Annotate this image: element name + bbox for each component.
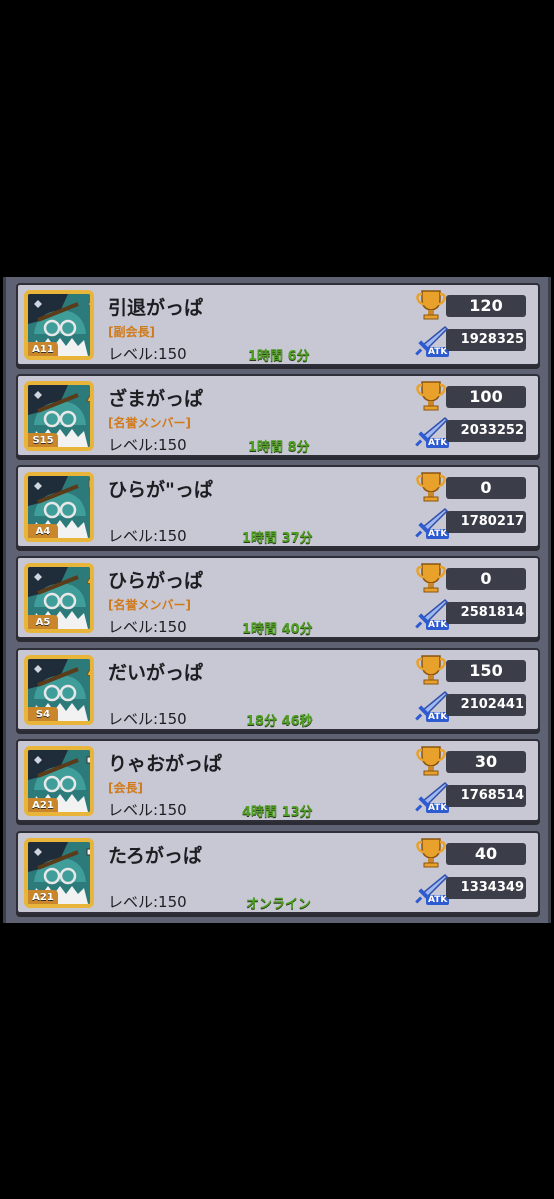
rank-badge: A11 — [28, 342, 58, 356]
rank-badge: A5 — [28, 615, 58, 629]
member-row[interactable]: S4 だいがっぱ レベル:150 18分 46秒 150 ATK 2102441 — [16, 648, 540, 731]
horn-badge-icon — [86, 576, 90, 585]
member-role: [会長] — [108, 781, 143, 795]
gun-badge-icon — [86, 848, 90, 856]
member-role: [名誉メンバー] — [108, 598, 191, 612]
cleaver-badge-icon — [88, 479, 90, 489]
trophy-count: 40 — [446, 843, 526, 865]
member-avatar[interactable]: A21 — [24, 746, 94, 816]
member-avatar[interactable]: A4 — [24, 472, 94, 542]
member-name: りゃおがっぱ — [108, 753, 223, 775]
attack-power: 1768514 — [446, 785, 526, 807]
member-row[interactable]: A21 たろがっぱ レベル:150 オンライン 40 ATK 1334349 — [16, 831, 540, 914]
member-row[interactable]: A5 ひらがっぱ [名誉メンバー] レベル:150 1時間 40分 0 ATK … — [16, 556, 540, 639]
member-role: [副会長] — [108, 325, 155, 339]
last-seen-time: 1時間 37分 — [242, 531, 313, 546]
member-level: レベル:150 — [108, 710, 187, 728]
diamond-badge-icon — [86, 300, 90, 308]
trophy-count: 0 — [446, 568, 526, 590]
member-level: レベル:150 — [108, 801, 187, 819]
member-row[interactable]: A4 ひらが"っぱ レベル:150 1時間 37分 0 ATK 1780217 — [16, 465, 540, 548]
member-avatar[interactable]: S4 — [24, 655, 94, 725]
horn-badge-icon — [86, 394, 90, 403]
rank-badge: A4 — [28, 524, 58, 538]
member-name: 引退がっぱ — [108, 297, 204, 319]
trophy-count: 100 — [446, 386, 526, 408]
last-seen-time: 1時間 6分 — [248, 349, 310, 364]
last-seen-time: 1時間 40分 — [242, 622, 313, 637]
trophy-icon — [416, 563, 446, 593]
last-seen-time: 18分 46秒 — [246, 714, 313, 729]
horn-badge-icon — [86, 668, 90, 677]
trophy-count: 30 — [446, 751, 526, 773]
trophy-icon — [416, 290, 446, 320]
attack-power: 2102441 — [446, 694, 526, 716]
attack-power: 1928325 — [446, 329, 526, 351]
member-name: ひらがっぱ — [108, 570, 204, 592]
trophy-count: 120 — [446, 295, 526, 317]
member-level: レベル:150 — [108, 527, 187, 545]
trophy-icon — [416, 746, 446, 776]
attack-power: 2581814 — [446, 602, 526, 624]
rank-badge: S4 — [28, 707, 58, 721]
trophy-icon — [416, 472, 446, 502]
attack-power: 1780217 — [446, 511, 526, 533]
member-row[interactable]: S15 ざまがっぱ [名誉メンバー] レベル:150 1時間 8分 100 AT… — [16, 374, 540, 457]
member-role: [名誉メンバー] — [108, 416, 191, 430]
member-name: ざまがっぱ — [108, 388, 204, 410]
gun-badge-icon — [86, 756, 90, 764]
trophy-icon — [416, 655, 446, 685]
trophy-icon — [416, 838, 446, 868]
member-name: だいがっぱ — [108, 662, 204, 684]
member-name: ひらが"っぱ — [108, 479, 213, 501]
rank-badge: A21 — [28, 798, 58, 812]
member-avatar[interactable]: A11 — [24, 290, 94, 360]
member-row[interactable]: A11 引退がっぱ [副会長] レベル:150 1時間 6分 120 ATK 1… — [16, 283, 540, 366]
trophy-count: 0 — [446, 477, 526, 499]
last-seen-time: オンライン — [246, 897, 312, 912]
rank-badge: S15 — [28, 433, 58, 447]
member-avatar[interactable]: S15 — [24, 381, 94, 451]
member-level: レベル:150 — [108, 893, 187, 911]
last-seen-time: 1時間 8分 — [248, 440, 310, 455]
attack-power: 2033252 — [446, 420, 526, 442]
member-level: レベル:150 — [108, 618, 187, 636]
member-list-panel: A11 引退がっぱ [副会長] レベル:150 1時間 6分 120 ATK 1… — [3, 277, 551, 923]
member-row[interactable]: A21 りゃおがっぱ [会長] レベル:150 4時間 13分 30 ATK 1… — [16, 739, 540, 822]
last-seen-time: 4時間 13分 — [242, 805, 313, 820]
member-name: たろがっぱ — [108, 845, 202, 867]
member-level: レベル:150 — [108, 436, 187, 454]
rank-badge: A21 — [28, 890, 58, 904]
member-avatar[interactable]: A21 — [24, 838, 94, 908]
member-level: レベル:150 — [108, 345, 187, 363]
member-avatar[interactable]: A5 — [24, 563, 94, 633]
trophy-icon — [416, 381, 446, 411]
attack-power: 1334349 — [446, 877, 526, 899]
trophy-count: 150 — [446, 660, 526, 682]
